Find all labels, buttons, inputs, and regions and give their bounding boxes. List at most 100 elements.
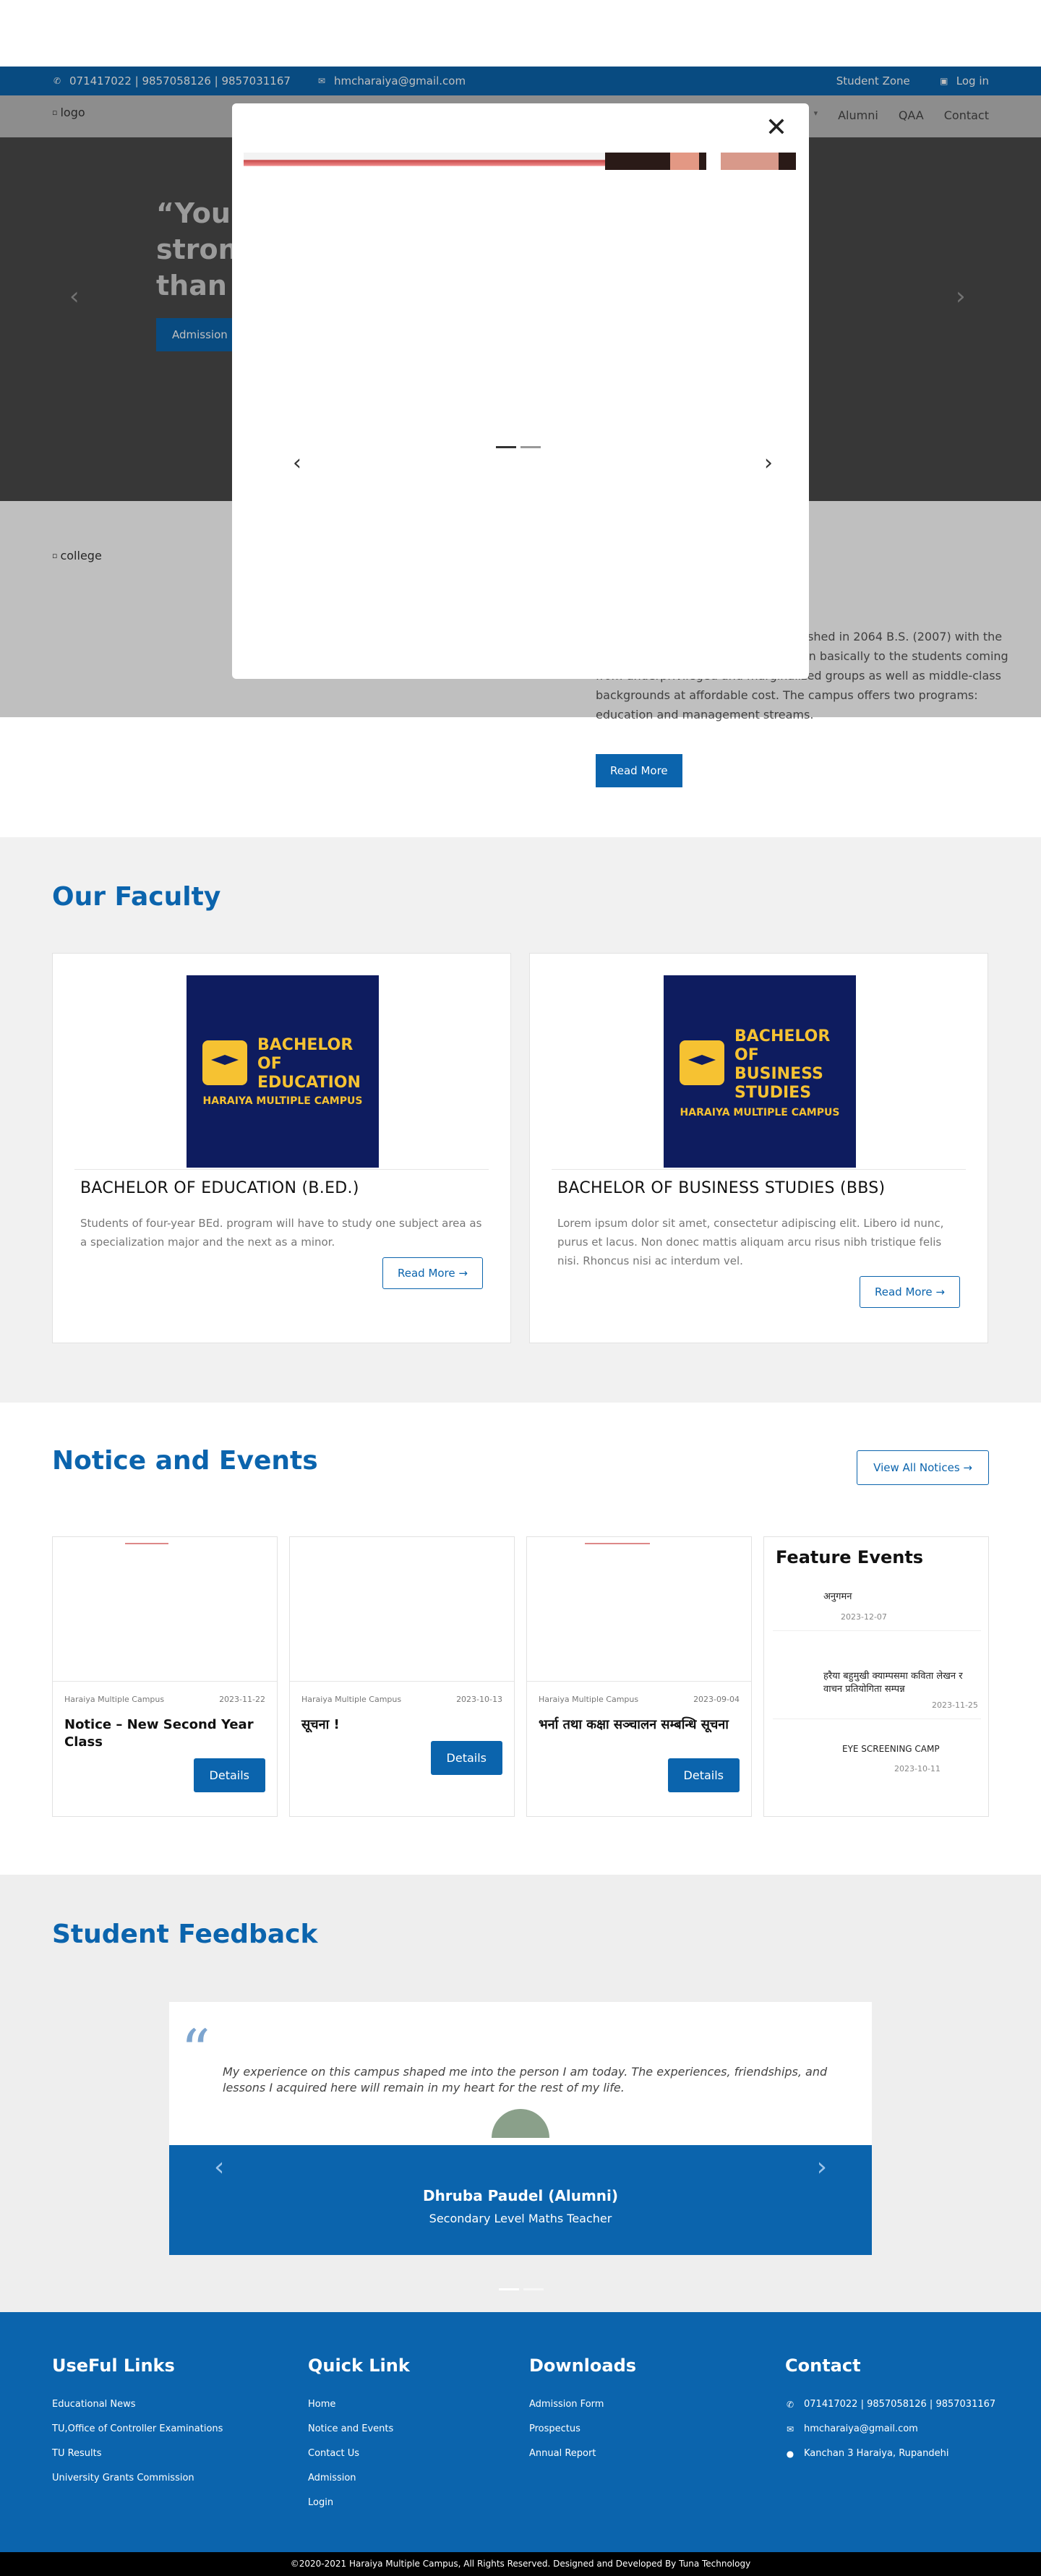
footer-link[interactable]: TU,Office of Controller Examinations: [52, 2423, 223, 2434]
read-more-label: Read More: [397, 1267, 455, 1280]
logo-line: EDUCATION: [257, 1074, 361, 1092]
arrow-right-icon: →: [935, 1285, 945, 1298]
testimonial-author-bar: ‹ › Dhruba Paudel (Alumni) Secondary Lev…: [169, 2145, 872, 2255]
footer-link[interactable]: Educational News: [52, 2399, 223, 2410]
footer-link[interactable]: Prospectus: [529, 2423, 636, 2434]
testimonial-role: Secondary Level Maths Teacher: [429, 2212, 612, 2225]
footer-link[interactable]: TU Results: [52, 2448, 223, 2459]
notice-date: 2023-09-04: [693, 1695, 740, 1704]
footer-col-title: Quick Link: [308, 2355, 410, 2376]
details-button[interactable]: Details: [430, 1741, 502, 1775]
faculty-read-more-button[interactable]: Read More →: [859, 1276, 960, 1308]
notice-source: Haraiya Multiple Campus: [539, 1695, 639, 1704]
notice-date: 2023-11-22: [219, 1695, 265, 1704]
close-icon[interactable]: ✕: [766, 115, 787, 141]
testimonial-next-arrow-icon[interactable]: ›: [817, 2152, 827, 2182]
bed-logo-subtitle: HARAIYA MULTIPLE CAMPUS: [202, 1095, 363, 1107]
pagination-dot[interactable]: [499, 2288, 519, 2290]
footer-link[interactable]: Home: [308, 2399, 410, 2410]
graduation-cap-icon: [202, 1040, 247, 1085]
faculty-title: Our Faculty: [52, 882, 221, 912]
modal-prev-arrow-icon[interactable]: ‹: [293, 450, 301, 476]
feature-event-item[interactable]: हरैया बहुमुखी क्याम्पसमा कविता लेखन र वा…: [773, 1669, 981, 1719]
notice-thumbnail: [53, 1537, 277, 1682]
footer-quick-links: Quick Link Home Notice and Events Contac…: [308, 2355, 410, 2522]
faculty-card-desc: Students of four-year BEd. program will …: [80, 1217, 482, 1249]
faculty-card-title: BACHELOR OF EDUCATION (B.ED.): [80, 1179, 359, 1197]
testimonial-pagination: [499, 2288, 544, 2290]
notice-card-title: सूचना !: [301, 1717, 340, 1732]
location-pin-icon: ●: [786, 2448, 794, 2459]
site-footer: UseFul Links Educational News TU,Office …: [0, 2312, 1041, 2552]
arrow-right-icon: →: [458, 1267, 468, 1280]
graduation-cap-icon: [680, 1040, 724, 1085]
notice-section: Notice and Events View All Notices → Har…: [0, 1403, 1041, 1875]
phone-icon: ✆: [786, 2399, 794, 2410]
notice-card-title: भर्ना तथा कक्षा सञ्चालन सम्बन्धि सूचना: [539, 1717, 729, 1732]
notice-card[interactable]: Haraiya Multiple Campus 2023-09-04 भर्ना …: [526, 1536, 752, 1817]
view-all-label: View All Notices: [873, 1461, 960, 1474]
logo-line: OF: [734, 1046, 759, 1064]
feature-event-item[interactable]: अनुगमन 2023-12-07: [773, 1589, 981, 1631]
divider: [552, 1169, 966, 1170]
pagination-dot[interactable]: [523, 2288, 544, 2290]
footer-contact-phone[interactable]: ✆ 071417022 | 9857058126 | 9857031167: [785, 2399, 995, 2410]
bbs-logo-subtitle: HARAIYA MULTIPLE CAMPUS: [680, 1107, 840, 1118]
notice-thumbnail: [290, 1537, 514, 1682]
footer-link[interactable]: Admission Form: [529, 2399, 636, 2410]
logo-line: OF: [257, 1055, 282, 1073]
popup-modal: ✕ ‹ ›: [232, 103, 809, 679]
notice-card[interactable]: Haraiya Multiple Campus 2023-11-22 Notice…: [52, 1536, 278, 1817]
feature-events-title: Feature Events: [776, 1547, 924, 1567]
logo-line: BACHELOR: [734, 1027, 831, 1045]
footer-col-title: Downloads: [529, 2355, 637, 2376]
about-read-more-button[interactable]: Read More: [596, 754, 682, 787]
footer-col-title: UseFul Links: [52, 2355, 175, 2376]
feature-events-panel: Feature Events अनुगमन 2023-12-07 हरैया ब…: [763, 1536, 989, 1817]
feature-event-title: अनुगमन: [823, 1591, 852, 1602]
mail-icon: ✉: [786, 2423, 794, 2434]
bbs-logo-image: BACHELOR OF BUSINESS STUDIES HARAIYA MUL…: [664, 975, 856, 1168]
feature-event-item[interactable]: EYE SCREENING CAMP 2023-10-11: [773, 1744, 981, 1782]
carousel-indicator[interactable]: [520, 446, 541, 448]
footer-contact-address: ● Kanchan 3 Haraiya, Rupandehi: [785, 2448, 995, 2459]
faculty-card-title: BACHELOR OF BUSINESS STUDIES (BBS): [557, 1179, 886, 1197]
footer-link[interactable]: Contact Us: [308, 2448, 410, 2459]
contact-email-text: hmcharaiya@gmail.com: [804, 2423, 918, 2434]
footer-contact-email[interactable]: ✉ hmcharaiya@gmail.com: [785, 2423, 995, 2434]
feedback-section: Student Feedback “ My experience on this…: [0, 1875, 1041, 2312]
footer-link[interactable]: Login: [308, 2497, 410, 2508]
footer-link[interactable]: Admission: [308, 2473, 410, 2483]
avatar: [492, 2109, 549, 2138]
copyright-bar: ©2020-2021 Haraiya Multiple Campus, All …: [0, 2552, 1041, 2576]
notice-card[interactable]: Haraiya Multiple Campus 2023-10-13 सूचना …: [289, 1536, 515, 1817]
faculty-card: BACHELOR OF EDUCATION HARAIYA MULTIPLE C…: [52, 953, 511, 1343]
logo-line: BUSINESS: [734, 1065, 823, 1083]
testimonial-name: Dhruba Paudel (Alumni): [422, 2187, 619, 2204]
modal-next-arrow-icon[interactable]: ›: [764, 450, 773, 476]
footer-useful-links: UseFul Links Educational News TU,Office …: [52, 2355, 223, 2497]
view-all-notices-button[interactable]: View All Notices →: [857, 1450, 989, 1485]
footer-link[interactable]: University Grants Commission: [52, 2473, 223, 2483]
logo-line: STUDIES: [734, 1084, 812, 1102]
arrow-right-icon: →: [963, 1461, 972, 1474]
contact-address-text: Kanchan 3 Haraiya, Rupandehi: [804, 2448, 949, 2459]
notice-card-title: Notice – New Second Year Class: [64, 1717, 254, 1750]
carousel-indicator[interactable]: [496, 446, 516, 448]
details-button[interactable]: Details: [667, 1758, 740, 1792]
feature-event-date: 2023-12-07: [841, 1612, 887, 1622]
footer-downloads: Downloads Admission Form Prospectus Annu…: [529, 2355, 636, 2473]
faculty-read-more-button[interactable]: Read More →: [382, 1257, 483, 1289]
divider: [74, 1169, 489, 1170]
testimonial-prev-arrow-icon[interactable]: ‹: [214, 2152, 224, 2182]
faculty-card-desc: Lorem ipsum dolor sit amet, consectetur …: [557, 1217, 944, 1267]
quote-icon: “: [181, 2017, 210, 2084]
details-button[interactable]: Details: [193, 1758, 265, 1792]
footer-link[interactable]: Annual Report: [529, 2448, 636, 2459]
footer-link[interactable]: Notice and Events: [308, 2423, 410, 2434]
notice-source: Haraiya Multiple Campus: [301, 1695, 402, 1704]
footer-contact: Contact ✆ 071417022 | 9857058126 | 985703…: [785, 2355, 995, 2473]
faculty-section: Our Faculty BACHELOR OF EDUCATION HARAIY…: [0, 837, 1041, 1403]
contact-phone-text: 071417022 | 9857058126 | 9857031167: [804, 2399, 996, 2410]
feature-event-title: EYE SCREENING CAMP: [842, 1744, 940, 1754]
